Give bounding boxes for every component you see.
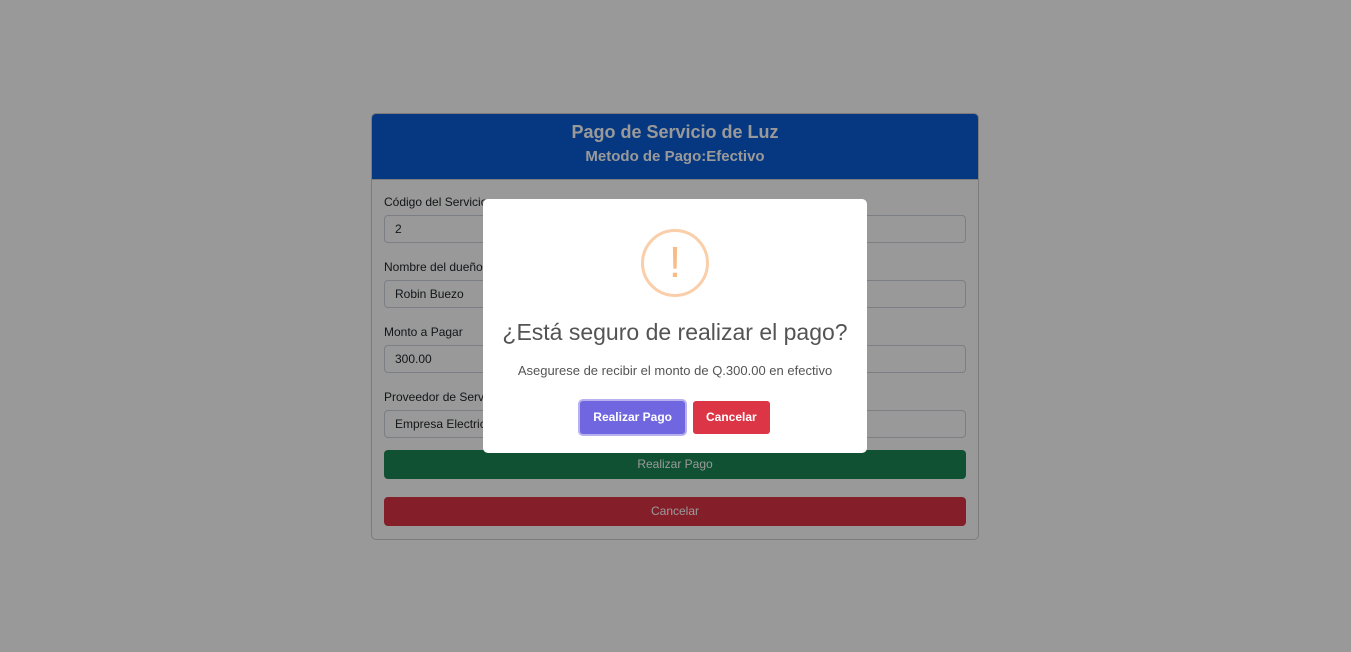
- dialog-actions: Realizar Pago Cancelar: [483, 401, 867, 434]
- dialog-title: ¿Está seguro de realizar el pago?: [502, 319, 848, 345]
- confirm-dialog: ! ¿Está seguro de realizar el pago? Aseg…: [483, 199, 867, 453]
- page: Pago de Servicio de Luz Metodo de Pago:E…: [0, 0, 1351, 652]
- warning-icon: !: [641, 229, 709, 297]
- confirm-payment-button[interactable]: Realizar Pago: [580, 401, 685, 434]
- dialog-cancel-button[interactable]: Cancelar: [693, 401, 770, 434]
- dialog-message: Asegurese de recibir el monto de Q.300.0…: [517, 363, 833, 378]
